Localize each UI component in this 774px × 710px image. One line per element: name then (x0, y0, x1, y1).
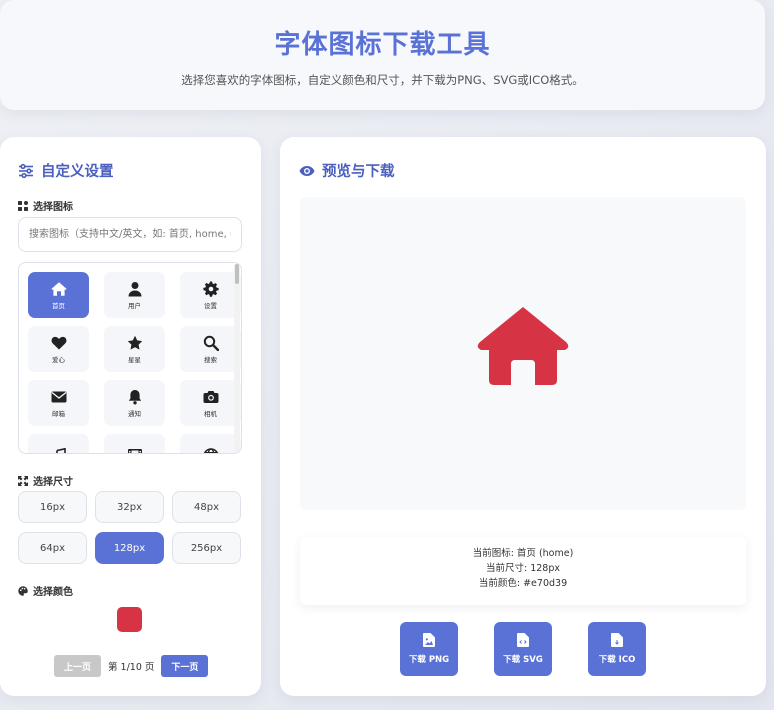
size-option-32px[interactable]: 32px (95, 491, 164, 523)
icon-option-camera[interactable]: 相机 (180, 380, 241, 426)
page-status: 第 1/10 页 (108, 662, 155, 673)
heart-icon (51, 336, 66, 349)
icon-select-label-text: 选择图标 (33, 202, 73, 213)
page-header: 字体图标下载工具 选择您喜欢的字体图标，自定义颜色和尺寸，并下载为PNG、SVG… (0, 0, 765, 110)
icon-list-scrollbar[interactable] (234, 264, 240, 452)
icon-option-label: 设置 (204, 301, 217, 310)
star-icon (127, 335, 142, 350)
size-select-label-text: 选择尺寸 (33, 477, 73, 488)
icon-select-label: 选择图标 (18, 198, 73, 213)
size-option-16px[interactable]: 16px (18, 491, 87, 523)
preview-panel: 预览与下载 当前图标: 首页 (home) 当前尺寸: 128px 当前颜色: … (280, 137, 766, 696)
icons-grid-icon (18, 200, 28, 211)
page-title: 字体图标下载工具 (274, 30, 491, 60)
camera-icon (203, 390, 218, 403)
download-png-label: 下载 PNG (408, 655, 450, 665)
file-icon (611, 633, 623, 647)
color-select-label-text: 选择颜色 (33, 587, 73, 598)
music-icon (55, 447, 66, 453)
download-png-button[interactable]: 下载 PNG (400, 622, 458, 676)
icon-option-music[interactable] (28, 434, 89, 453)
size-select-label: 选择尺寸 (18, 473, 73, 488)
color-select-label: 选择颜色 (18, 583, 73, 598)
icon-preview-area (300, 197, 746, 510)
envelope-icon (51, 391, 66, 402)
pagination: 上一页 第 1/10 页 下一页 (54, 655, 209, 677)
icon-option-label: 邮箱 (52, 409, 65, 418)
search-input[interactable] (18, 217, 242, 252)
icon-option-bell[interactable]: 通知 (104, 380, 165, 426)
size-options: 16px 32px 48px 64px 128px 256px (18, 491, 241, 564)
icon-option-label: 首页 (52, 301, 65, 310)
icon-option-star[interactable]: 星星 (104, 326, 165, 372)
size-option-128px[interactable]: 128px (95, 532, 164, 564)
home-icon (51, 281, 66, 296)
settings-title-text: 自定义设置 (41, 164, 114, 180)
prev-page-button[interactable]: 上一页 (54, 655, 102, 677)
palette-icon (18, 585, 28, 596)
current-size-text: 当前尺寸: 128px (485, 563, 560, 574)
preview-title: 预览与下载 (299, 160, 395, 181)
gear-icon (202, 281, 219, 297)
download-svg-button[interactable]: 下载 SVG (494, 622, 552, 676)
download-ico-label: 下载 ICO (598, 655, 636, 665)
icon-option-home[interactable]: 首页 (28, 272, 89, 318)
current-icon-text: 当前图标: 首页 (home) (472, 548, 574, 559)
icon-option-label: 通知 (128, 409, 141, 418)
icon-option-heart[interactable]: 爱心 (28, 326, 89, 372)
icon-option-label: 相机 (204, 409, 217, 418)
icon-option-label: 星星 (128, 355, 141, 364)
search-icon (203, 335, 219, 351)
settings-panel: 自定义设置 选择图标 首页 用户 设置爱心 星星 搜索邮箱 通知 相机 选择尺寸 16px3… (0, 137, 261, 696)
eye-icon (299, 165, 315, 176)
icon-option-label: 用户 (128, 301, 141, 310)
next-page-button[interactable]: 下一页 (161, 655, 209, 677)
icon-list[interactable]: 首页 用户 设置爱心 星星 搜索邮箱 通知 相机 (18, 262, 242, 454)
size-option-64px[interactable]: 64px (18, 532, 87, 564)
file-image-icon (423, 633, 435, 647)
icon-option-search[interactable]: 搜索 (180, 326, 241, 372)
preview-title-text: 预览与下载 (322, 164, 395, 180)
size-option-256px[interactable]: 256px (172, 532, 241, 564)
page-subtitle: 选择您喜欢的字体图标，自定义颜色和尺寸，并下载为PNG、SVG或ICO格式。 (181, 73, 584, 87)
user-icon (128, 281, 141, 296)
color-swatch[interactable] (117, 607, 142, 632)
icon-option-label: 搜索 (204, 355, 217, 364)
film-icon (127, 448, 142, 453)
icon-option-gear[interactable]: 设置 (180, 272, 241, 318)
settings-title: 自定义设置 (18, 160, 114, 181)
icon-info: 当前图标: 首页 (home) 当前尺寸: 128px 当前颜色: #e70d3… (300, 537, 746, 605)
size-option-48px[interactable]: 48px (172, 491, 241, 523)
file-code-icon (517, 633, 529, 647)
icon-option-envelope[interactable]: 邮箱 (28, 380, 89, 426)
sliders-icon (19, 163, 33, 178)
icon-option-label: 爱心 (52, 355, 65, 364)
icon-grid: 首页 用户 设置爱心 星星 搜索邮箱 通知 相机 (28, 272, 241, 453)
current-color-text: 当前颜色: #e70d39 (478, 578, 568, 589)
icon-option-globe[interactable] (180, 434, 241, 453)
expand-icon (18, 475, 28, 486)
scrollbar-thumb[interactable] (235, 264, 239, 284)
icon-option-user[interactable]: 用户 (104, 272, 165, 318)
download-svg-label: 下载 SVG (503, 655, 543, 665)
icon-option-film[interactable] (104, 434, 165, 453)
bell-icon (128, 389, 141, 404)
globe-icon (203, 447, 218, 453)
download-ico-button[interactable]: 下载 ICO (588, 622, 646, 676)
house-icon (477, 307, 569, 385)
